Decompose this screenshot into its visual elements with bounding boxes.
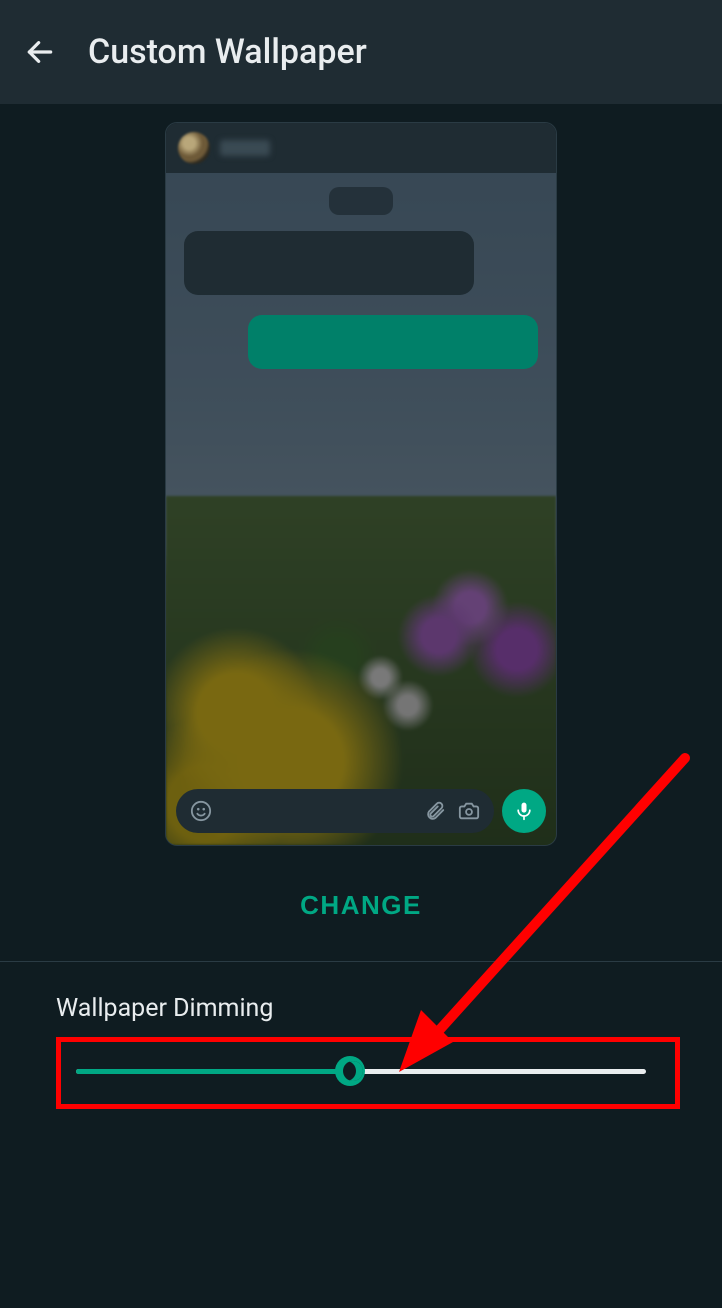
change-row: CHANGE: [0, 890, 722, 921]
mic-button: [502, 789, 546, 833]
moon-icon: [343, 1061, 363, 1081]
date-chip: [329, 187, 393, 215]
camera-icon: [458, 800, 480, 822]
chat-preview: [165, 122, 557, 846]
slider-track-fill: [76, 1069, 350, 1074]
chat-input-row: [176, 789, 546, 833]
wallpaper-dimming-section: Wallpaper Dimming: [0, 962, 722, 1091]
avatar: [178, 132, 210, 164]
back-button[interactable]: [16, 28, 64, 76]
chat-preview-body: [166, 173, 556, 783]
message-input-pill: [176, 789, 494, 833]
wallpaper-preview-container: [0, 104, 722, 846]
appbar: Custom Wallpaper: [0, 0, 722, 104]
slider-track: [76, 1069, 646, 1074]
slider-thumb[interactable]: [335, 1056, 365, 1086]
arrow-back-icon: [24, 36, 56, 68]
emoji-icon: [190, 800, 212, 822]
contact-name-placeholder: [220, 140, 270, 156]
wallpaper-dimming-slider[interactable]: [56, 1051, 666, 1091]
mic-icon: [514, 801, 534, 821]
page-title: Custom Wallpaper: [88, 32, 367, 72]
outgoing-message-bubble: [248, 315, 538, 369]
change-button[interactable]: CHANGE: [300, 890, 422, 921]
wallpaper-dimming-label: Wallpaper Dimming: [56, 994, 666, 1023]
chat-preview-header: [166, 123, 556, 173]
attachment-icon: [424, 800, 446, 822]
incoming-message-bubble: [184, 231, 474, 295]
